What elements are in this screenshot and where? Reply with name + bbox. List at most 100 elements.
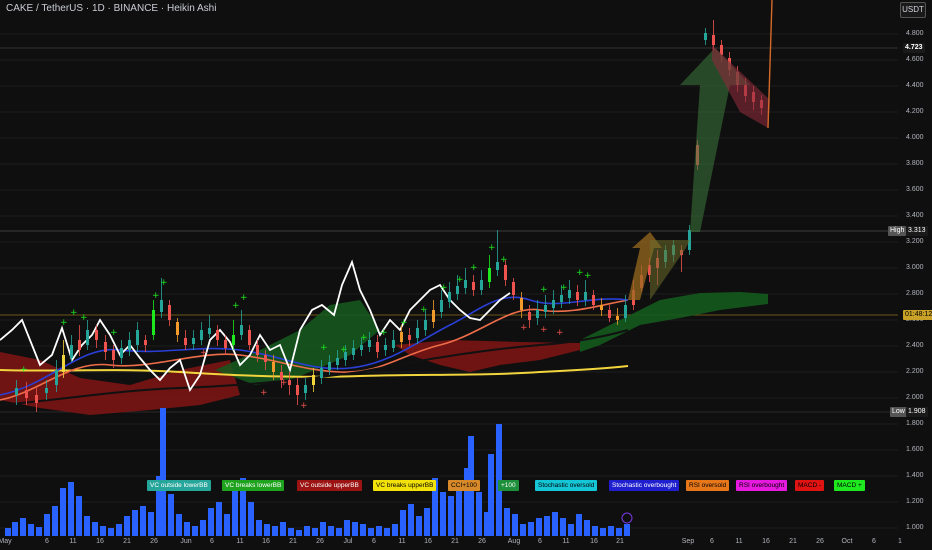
symbol-title[interactable]: CAKE / TetherUS · 1D · BINANCE · Heikin … xyxy=(6,3,216,14)
volume-bar xyxy=(248,502,254,536)
volume-bar xyxy=(92,522,98,536)
volume-bar xyxy=(108,528,114,536)
candle xyxy=(25,390,28,398)
signal-label: MACD - xyxy=(795,480,825,491)
volume-bar xyxy=(52,506,58,536)
candle xyxy=(600,305,603,310)
volume-bar xyxy=(224,514,230,536)
time-label: 16 xyxy=(262,538,270,545)
volume-bar xyxy=(296,530,302,536)
volume-bar xyxy=(140,506,146,536)
price-tick: 3.600 xyxy=(906,186,924,193)
volume-bar xyxy=(608,526,614,536)
candle xyxy=(128,340,131,350)
candle xyxy=(224,340,227,348)
signal-label: RSI oversold xyxy=(686,480,730,491)
plus-marker: + xyxy=(340,345,348,355)
volume-bar xyxy=(360,524,366,536)
volume-bar xyxy=(272,526,278,536)
plus-marker: + xyxy=(576,268,584,278)
price-axis[interactable]: 4.800 4.600 4.400 4.200 4.000 3.800 3.600 3.400… xyxy=(888,0,932,538)
candle xyxy=(480,280,483,290)
signal-label: RSI overbought xyxy=(736,480,788,491)
candle xyxy=(272,362,275,372)
plus-marker: + xyxy=(488,243,496,253)
plus-marker: + xyxy=(500,255,508,265)
candle xyxy=(120,348,123,358)
low-label: Low xyxy=(890,407,907,417)
time-label: 6 xyxy=(372,538,376,545)
volume-bar xyxy=(448,496,454,536)
candle xyxy=(15,388,18,395)
volume-bar xyxy=(280,522,286,536)
time-label: 11 xyxy=(69,538,77,545)
time-label: 26 xyxy=(816,538,824,545)
volume-bar xyxy=(384,528,390,536)
plus-marker: + xyxy=(232,301,240,311)
candle xyxy=(464,280,467,288)
candle xyxy=(320,368,323,378)
candle xyxy=(328,362,331,370)
cloud-green xyxy=(580,292,768,352)
price-chart[interactable]: +++ +++++++ ++ +++++++++ ++ ++++++ + + xyxy=(0,0,932,550)
candle xyxy=(55,370,58,385)
candle xyxy=(616,316,619,320)
price-tick: 1.800 xyxy=(906,420,924,427)
time-label: 6 xyxy=(45,538,49,545)
volume-bar xyxy=(232,486,238,536)
volume-bar xyxy=(616,528,622,536)
price-tick: 1.400 xyxy=(906,472,924,479)
candle xyxy=(160,300,163,312)
plus-marker: + xyxy=(240,293,248,303)
alert-marker xyxy=(621,512,633,524)
candle xyxy=(496,262,499,270)
plus-marker: + xyxy=(440,283,448,293)
volume-bar xyxy=(476,492,482,536)
candle xyxy=(544,305,547,312)
volume-bar xyxy=(344,520,350,536)
signal-label: VC outside lowerBB xyxy=(147,480,211,491)
plus-marker: + xyxy=(400,318,408,328)
candle xyxy=(86,330,89,345)
volume-bar xyxy=(192,526,198,536)
volume-bar xyxy=(600,528,606,536)
plus-marker: + xyxy=(540,285,548,295)
candle xyxy=(440,300,443,312)
time-label: 11 xyxy=(562,538,570,545)
volume-bar xyxy=(160,408,166,536)
candle xyxy=(456,286,459,294)
volume-bar xyxy=(20,518,26,536)
plus-marker: + xyxy=(556,328,564,338)
volume-bar xyxy=(592,526,598,536)
time-axis[interactable]: May 6 11 16 21 26 Jun 6 11 16 21 26 Jul 6 11 16 21 26 Aug 6… xyxy=(0,538,902,550)
signal-label: MACD + xyxy=(834,480,865,491)
signal-label: VC breaks lowerBB xyxy=(222,480,285,491)
volume-bar xyxy=(5,528,11,536)
candle xyxy=(384,345,387,350)
plus-marker: + xyxy=(380,328,388,338)
plus-marker: + xyxy=(540,325,548,335)
volume-bar xyxy=(132,510,138,536)
volume-bar xyxy=(568,524,574,536)
volume-bar xyxy=(320,522,326,536)
candle xyxy=(184,338,187,345)
plus-marker: + xyxy=(456,275,464,285)
volume-bar xyxy=(376,526,382,536)
price-tick: 3.200 xyxy=(906,238,924,245)
volume-bar xyxy=(488,454,494,536)
candle xyxy=(504,265,507,280)
price-tick: 2.200 xyxy=(906,368,924,375)
plus-marker: + xyxy=(200,348,208,358)
candle xyxy=(520,298,523,310)
candle xyxy=(536,310,539,318)
candle xyxy=(136,330,139,345)
time-label: 6 xyxy=(210,538,214,545)
volume-bar xyxy=(520,524,526,536)
signal-label: Stochastic oversold xyxy=(535,480,598,491)
volume-bar xyxy=(68,482,74,536)
candle xyxy=(168,305,171,320)
volume-bar xyxy=(456,486,462,536)
volume-bar xyxy=(184,522,190,536)
time-label: Jun xyxy=(180,538,192,545)
signal-label: +100 xyxy=(498,480,519,491)
